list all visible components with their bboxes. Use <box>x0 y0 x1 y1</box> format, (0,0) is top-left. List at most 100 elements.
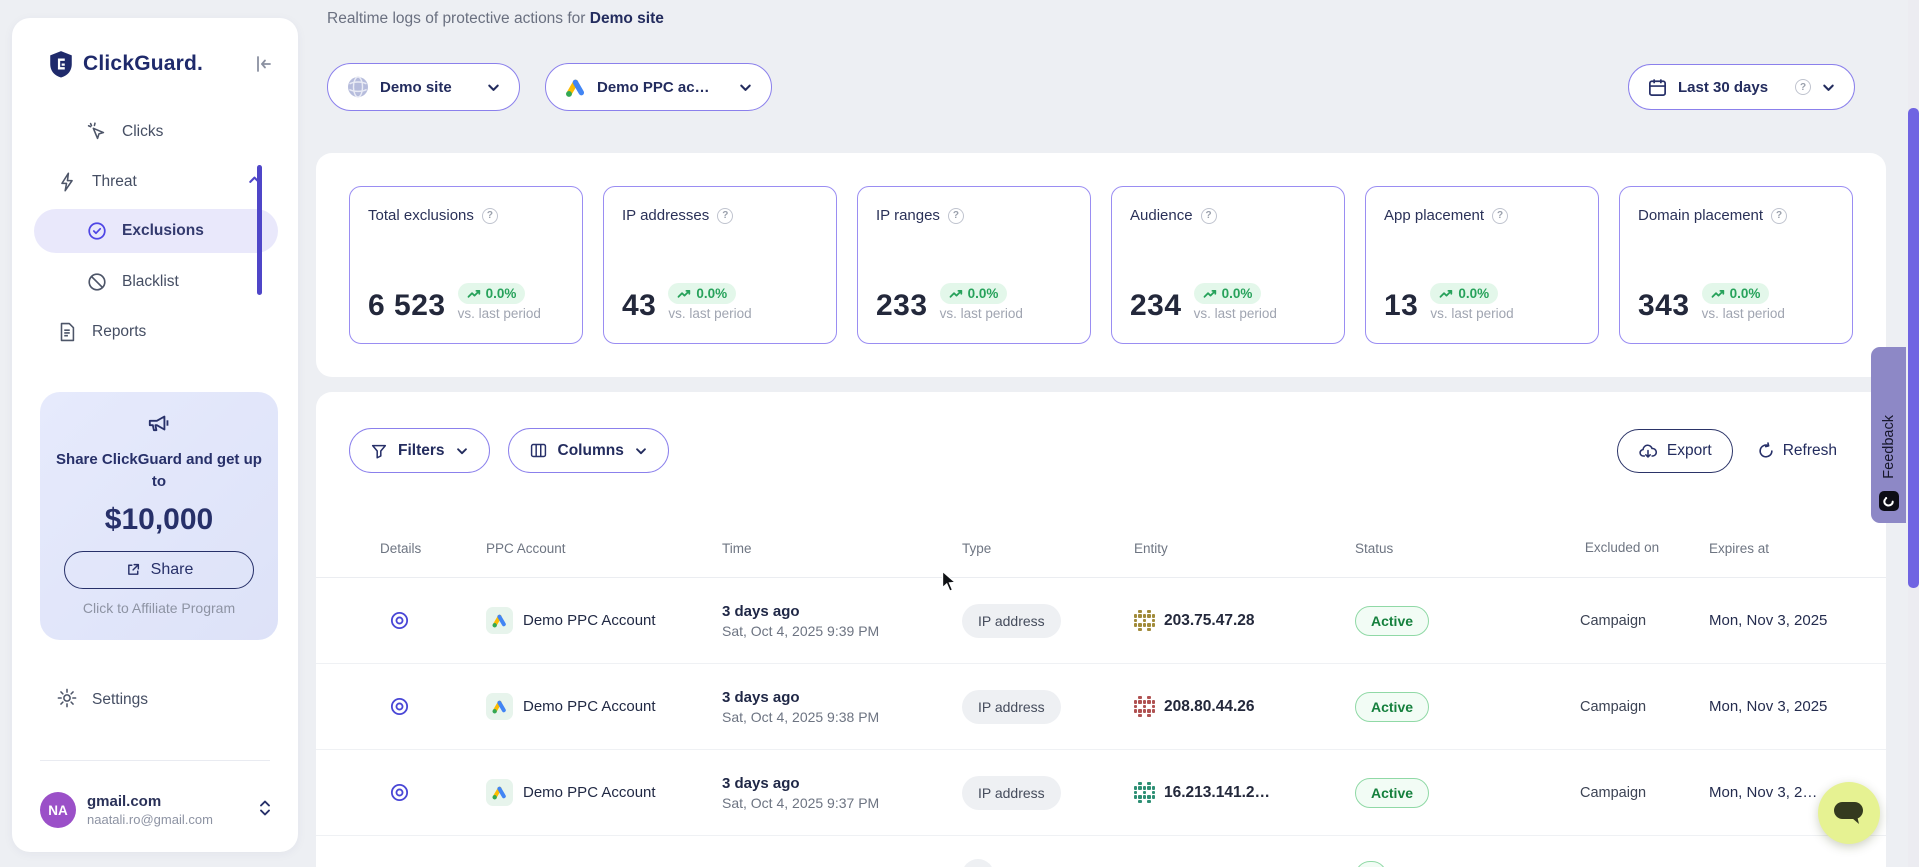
help-icon[interactable] <box>1492 208 1508 224</box>
gear-icon <box>56 687 78 714</box>
stat-value: 43 <box>622 289 656 323</box>
site-selector-dropdown[interactable]: Demo site <box>327 63 520 111</box>
sidebar-item-label: Reports <box>92 323 146 341</box>
feedback-label: Feedback <box>1881 415 1897 479</box>
table-header-row: Details PPC Account Time Type Entity Sta… <box>316 520 1886 578</box>
row-expires-at: Mon, Nov 3, 2025 <box>1701 698 1886 715</box>
columns-icon <box>529 441 548 460</box>
affiliate-note: Click to Affiliate Program <box>54 600 264 616</box>
page-scrollbar-thumb[interactable] <box>1908 108 1919 588</box>
trend-up-icon <box>1711 289 1725 299</box>
stat-label: Domain placement <box>1638 207 1763 224</box>
cloud-download-icon <box>1638 441 1658 461</box>
google-ads-icon <box>564 76 587 99</box>
chat-widget-button[interactable] <box>1818 782 1880 844</box>
export-button[interactable]: Export <box>1617 429 1733 473</box>
sidebar-item-threat[interactable]: Threat <box>34 160 278 204</box>
share-button-label: Share <box>151 561 194 579</box>
ppc-account-dropdown[interactable]: Demo PPC ac… <box>545 63 772 111</box>
stat-card: IP addresses 43 0.0% vs. last period <box>603 186 837 344</box>
row-details-button[interactable] <box>389 782 410 803</box>
sidebar-scrollbar[interactable] <box>257 165 262 295</box>
stat-value: 13 <box>1384 289 1418 323</box>
filter-funnel-icon <box>370 442 388 460</box>
row-entity-value: 16.213.141.2… <box>1164 784 1270 802</box>
row-entity-value: 203.75.47.28 <box>1164 612 1255 630</box>
sidebar-item-reports[interactable]: Reports <box>34 310 278 354</box>
row-type-badge: IP address <box>962 604 1061 638</box>
table-body: Demo PPC Account 3 days ago Sat, Oct 4, … <box>316 578 1886 867</box>
date-range-dropdown[interactable]: Last 30 days <box>1628 64 1855 110</box>
details-target-icon <box>389 696 410 717</box>
exclusions-table-card: Filters Columns Export Refresh <box>316 392 1886 867</box>
divider <box>40 760 270 761</box>
row-status-badge: Active <box>1355 606 1429 636</box>
affiliate-promo-card[interactable]: Share ClickGuard and get up to $10,000 S… <box>40 392 278 640</box>
sidebar-item-clicks[interactable]: Clicks <box>34 110 278 154</box>
row-details-button[interactable] <box>389 696 410 717</box>
share-button[interactable]: Share <box>64 551 254 589</box>
brand-name: ClickGuard. <box>83 52 243 76</box>
help-icon[interactable] <box>1201 208 1217 224</box>
page-subtitle: Realtime logs of protective actions for … <box>327 10 664 28</box>
entity-identicon <box>1134 696 1155 717</box>
chevron-down-icon <box>455 444 469 458</box>
stat-value: 233 <box>876 289 928 323</box>
sidebar-item-label: Clicks <box>122 123 163 141</box>
trend-value: 0.0% <box>1458 286 1489 301</box>
help-icon[interactable] <box>1771 208 1787 224</box>
row-excluded-on: Campaign <box>1580 613 1701 629</box>
help-icon[interactable] <box>717 208 733 224</box>
ppc-account-value: Demo PPC ac… <box>597 79 728 96</box>
chevron-down-icon <box>486 80 501 95</box>
filters-button[interactable]: Filters <box>349 428 490 473</box>
cursor-click-icon <box>86 121 108 143</box>
trend-up-icon <box>1203 289 1217 299</box>
feedback-tab[interactable]: Feedback <box>1871 347 1906 523</box>
megaphone-icon <box>146 423 172 440</box>
help-icon[interactable] <box>948 208 964 224</box>
details-target-icon <box>389 610 410 631</box>
sidebar-item-settings[interactable]: Settings <box>34 678 278 722</box>
refresh-label: Refresh <box>1783 442 1837 460</box>
stat-value: 343 <box>1638 289 1690 323</box>
row-status-badge: Active <box>1355 692 1429 722</box>
details-target-icon <box>389 782 410 803</box>
clickguard-shield-icon <box>48 50 74 78</box>
row-time-relative: 3 days ago <box>722 775 962 792</box>
stat-value: 234 <box>1130 289 1182 323</box>
account-switcher[interactable]: NA gmail.com naatali.ro@gmail.com <box>34 778 282 842</box>
trend-up-icon <box>949 289 963 299</box>
entity-identicon <box>1134 610 1155 631</box>
columns-button[interactable]: Columns <box>508 428 669 473</box>
sidebar-item-exclusions[interactable]: Exclusions <box>34 209 278 253</box>
google-ads-icon <box>486 607 513 634</box>
site-selector-value: Demo site <box>380 79 476 96</box>
row-expires-at: Mon, Nov 3, 2025 <box>1701 612 1886 629</box>
sidebar: ClickGuard. Clicks Threat Exclusions Bla… <box>12 18 298 852</box>
stat-value: 6 523 <box>368 289 446 323</box>
trend-value: 0.0% <box>1222 286 1253 301</box>
export-label: Export <box>1667 442 1712 460</box>
trend-badge: 0.0% <box>940 283 1008 304</box>
chevron-updown-icon <box>258 798 272 823</box>
stat-label: Total exclusions <box>368 207 474 224</box>
sidebar-item-label: Blacklist <box>122 273 179 291</box>
help-icon[interactable] <box>482 208 498 224</box>
trend-up-icon <box>677 289 691 299</box>
sidebar-collapse-icon[interactable] <box>252 52 276 76</box>
trend-period-label: vs. last period <box>458 306 541 321</box>
stats-band: Total exclusions 6 523 0.0% vs. last per… <box>316 153 1886 377</box>
sidebar-item-blacklist[interactable]: Blacklist <box>34 260 278 304</box>
promo-title: Share ClickGuard and get up to <box>54 449 264 493</box>
stat-card: Total exclusions 6 523 0.0% vs. last per… <box>349 186 583 344</box>
entity-identicon <box>1134 782 1155 803</box>
trend-value: 0.0% <box>1730 286 1761 301</box>
row-details-button[interactable] <box>389 610 410 631</box>
stat-card: App placement 13 0.0% vs. last period <box>1365 186 1599 344</box>
trend-badge: 0.0% <box>458 283 526 304</box>
trend-value: 0.0% <box>486 286 517 301</box>
stat-card: IP ranges 233 0.0% vs. last period <box>857 186 1091 344</box>
date-range-value: Last 30 days <box>1678 79 1785 96</box>
refresh-button[interactable]: Refresh <box>1757 442 1837 460</box>
